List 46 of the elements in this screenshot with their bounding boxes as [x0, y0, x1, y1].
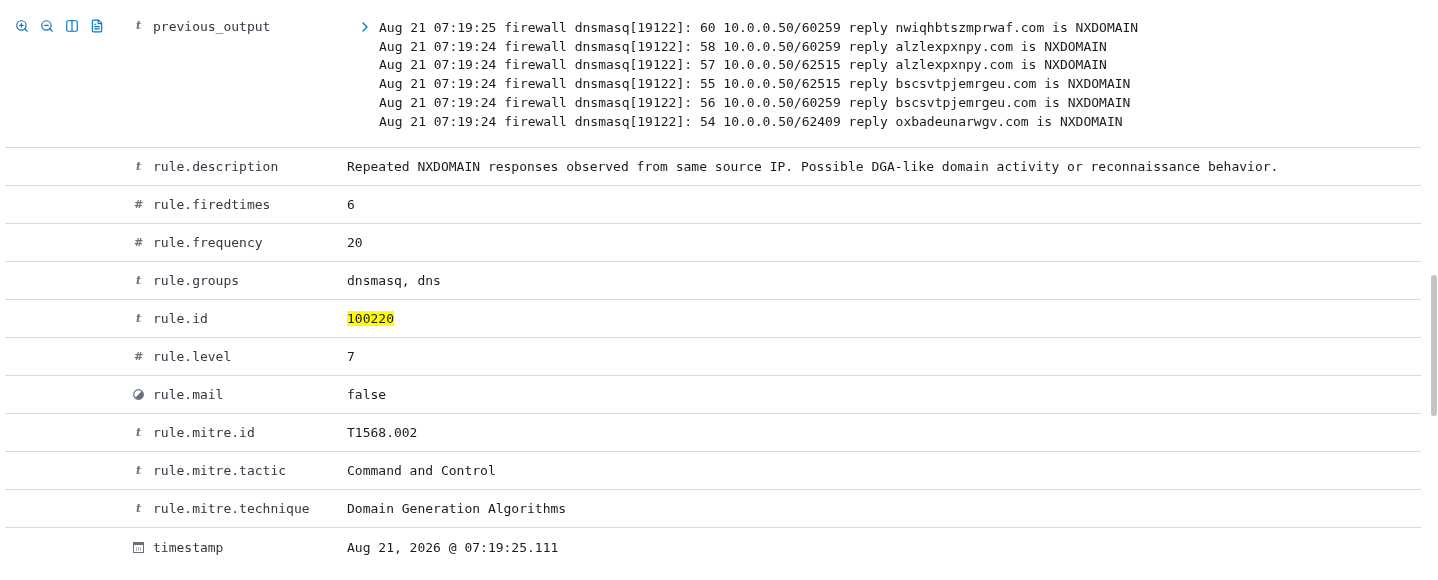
field-name: rule.frequency [153, 235, 264, 250]
field-name: rule.mail [153, 387, 225, 402]
field-name: rule.id [153, 311, 209, 326]
document-icon[interactable] [90, 19, 104, 33]
field-value: Domain Generation Algorithms [347, 501, 567, 516]
field-type-icon: t [135, 19, 142, 32]
field-value: 7 [347, 349, 355, 364]
log-line: Aug 21 07:19:24 firewall dnsmasq[19122]: 55 10.0.0.50/62515 reply bscsvtpjemrgeu.com is NXDOMAIN [379, 75, 1132, 94]
scrollbar[interactable] [1431, 275, 1437, 416]
log-line: Aug 21 07:19:24 firewall dnsmasq[19122]: 54 10.0.0.50/62409 reply oxbadeunarwgv.com is NXDOMAIN [379, 112, 1124, 131]
field-value: 20 [347, 235, 363, 250]
field-name: rule.mitre.tactic [153, 463, 288, 478]
field-value: false [347, 387, 387, 402]
field-value: Repeated NXDOMAIN responses observed from same source IP. Possible DGA-like domain activity or reconnaissance behavior. [347, 159, 1279, 174]
field-name: rule.level [153, 349, 233, 364]
field-type-icon: t [135, 312, 142, 325]
field-name: rule.groups [153, 273, 241, 288]
field-value: Command and Control [347, 463, 496, 478]
field-type-icon: t [135, 426, 142, 439]
log-line: Aug 21 07:19:25 firewall dnsmasq[19122]: 60 10.0.0.50/60259 reply nwiqhbtszmprwaf.com is NXDOMAIN [379, 19, 1139, 37]
field-type-icon: # [133, 198, 144, 211]
field-name: rule.firedtimes [153, 197, 272, 212]
calendar-icon [133, 541, 144, 553]
field-name: previous_output [153, 19, 272, 34]
field-name: rule.mitre.technique [153, 501, 311, 516]
zoom-out-icon[interactable] [40, 19, 54, 33]
field-name: rule.description [153, 159, 280, 174]
field-type-icon: t [135, 502, 142, 515]
log-line: Aug 21 07:19:24 firewall dnsmasq[19122]: 58 10.0.0.50/60259 reply alzlexpxnpy.com is NXDOMAIN [379, 37, 1108, 56]
field-name: rule.mitre.id [153, 425, 256, 440]
field-value: T1568.002 [347, 425, 418, 440]
zoom-in-icon[interactable] [15, 19, 29, 33]
field-name: timestamp [153, 539, 225, 555]
field-value: Aug 21, 2026 @ 07:19:25.111 [347, 539, 559, 555]
columns-icon[interactable] [65, 19, 79, 33]
field-value: 6 [347, 197, 355, 212]
field-type-icon: t [135, 464, 142, 477]
field-value: dnsmasq, dns [347, 273, 441, 288]
field-type-icon: # [133, 236, 144, 249]
field-type-icon: t [135, 160, 142, 173]
field-type-icon: # [133, 350, 144, 363]
log-line: Aug 21 07:19:24 firewall dnsmasq[19122]: 57 10.0.0.50/62515 reply alzlexpxnpy.com is NXDOMAIN [379, 56, 1108, 75]
field-value: 100220 [347, 311, 394, 326]
boolean-type-icon [133, 389, 144, 400]
log-line: Aug 21 07:19:24 firewall dnsmasq[19122]: 56 10.0.0.50/60259 reply bscsvtpjemrgeu.com is NXDOMAIN [379, 93, 1132, 112]
field-type-icon: t [135, 274, 142, 287]
